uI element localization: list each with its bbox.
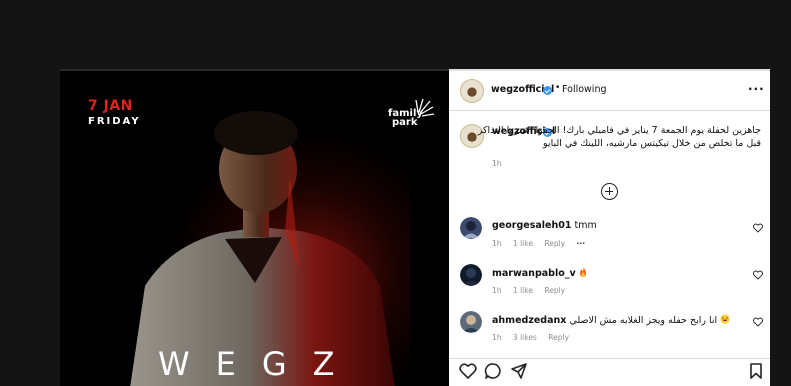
comment-body: tmm <box>574 220 597 231</box>
comment-text: georgesaleh01 tmm <box>492 220 597 231</box>
following-button[interactable]: Following <box>562 84 607 95</box>
reply-button[interactable]: Reply <box>544 286 565 295</box>
comment-meta: 1h 3 likes Reply <box>492 333 578 342</box>
comment-more-icon[interactable]: ··· <box>577 239 586 248</box>
family-park-logo: family park <box>386 99 434 128</box>
comment-icon[interactable] <box>484 362 502 380</box>
save-icon[interactable] <box>747 362 765 380</box>
fire-emoji-icon <box>579 267 586 277</box>
comment-text: marwanpablo_v <box>492 267 587 279</box>
post-header: wegzofficial • Following ··· <box>449 71 770 111</box>
avatar[interactable] <box>460 311 482 333</box>
comment-username[interactable]: marwanpablo_v <box>492 268 576 279</box>
caption-timestamp[interactable]: 1h <box>492 159 502 168</box>
like-icon[interactable] <box>459 362 477 380</box>
post-side-panel: wegzofficial • Following ··· wegzofficia… <box>449 69 770 386</box>
avatar[interactable] <box>460 217 482 239</box>
reply-button[interactable]: Reply <box>548 333 569 342</box>
comment-body: انا رايح حفله ويجز الغلابه مش الاصلي <box>569 315 718 326</box>
heart-icon[interactable] <box>753 223 763 233</box>
instagram-post-modal: 7 JAN FRIDAY family park WEGZ wegzoffici <box>0 0 791 386</box>
comment-item: georgesaleh01 tmm 1h 1 like Reply ··· <box>449 217 770 259</box>
event-date: 7 JAN <box>88 98 133 114</box>
heart-icon[interactable] <box>753 270 763 280</box>
avatar[interactable] <box>460 264 482 286</box>
comment-time[interactable]: 1h <box>492 239 502 248</box>
reply-button[interactable]: Reply <box>544 239 565 248</box>
comment-item: marwanpablo_v 1h 1 like Reply <box>449 264 770 306</box>
comment-username[interactable]: georgesaleh01 <box>492 220 571 231</box>
comment-meta: 1h 1 like Reply <box>492 286 574 295</box>
comment-likes[interactable]: 1 like <box>513 239 533 248</box>
post-actions-bar <box>449 358 770 386</box>
load-more-comments-icon[interactable] <box>601 183 618 200</box>
laughing-emoji-icon <box>720 314 730 324</box>
more-icon[interactable]: ··· <box>748 82 765 96</box>
artist-name: WEGZ <box>158 345 361 383</box>
comment-likes[interactable]: 3 likes <box>513 333 537 342</box>
comment-text: ahmedzedanx انا رايح حفله ويجز الغلابه م… <box>492 314 730 326</box>
verified-icon <box>543 86 552 95</box>
comment-time[interactable]: 1h <box>492 333 502 342</box>
comment-item: ahmedzedanx انا رايح حفله ويجز الغلابه م… <box>449 311 770 353</box>
comment-time[interactable]: 1h <box>492 286 502 295</box>
heart-icon[interactable] <box>753 317 763 327</box>
comment-meta: 1h 1 like Reply ··· <box>492 239 594 248</box>
logo-text: family park <box>388 109 423 128</box>
share-icon[interactable] <box>510 362 528 380</box>
logo-line-2: park <box>392 117 418 128</box>
caption-text: جاهزين لحفلة يوم الجمعة 7 يناير في فاميل… <box>477 125 761 149</box>
event-day: FRIDAY <box>88 116 141 127</box>
separator-dot: • <box>555 83 561 93</box>
comment-username[interactable]: ahmedzedanx <box>492 315 566 326</box>
post-image[interactable]: 7 JAN FRIDAY family park WEGZ <box>60 69 449 386</box>
comment-likes[interactable]: 1 like <box>513 286 533 295</box>
avatar[interactable] <box>460 79 484 103</box>
